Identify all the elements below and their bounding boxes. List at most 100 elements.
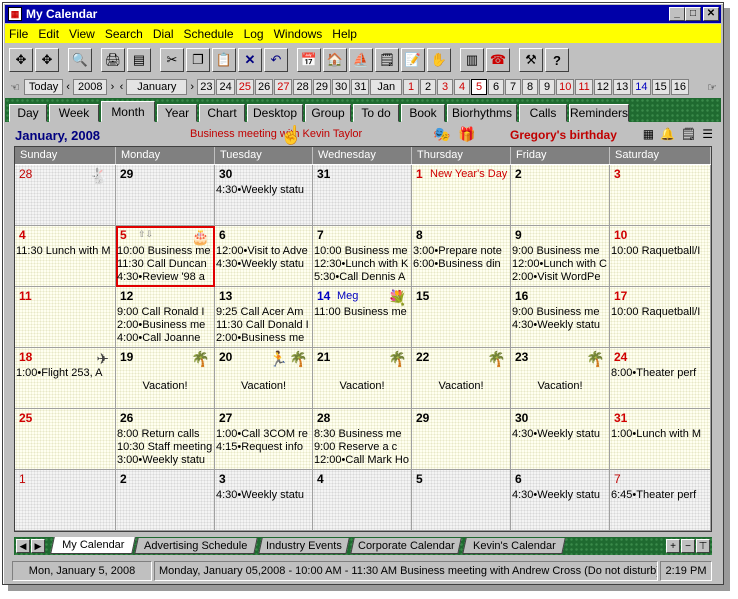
day-cell[interactable]: 2: [116, 470, 215, 531]
tab-calls[interactable]: Calls: [519, 104, 567, 122]
event-item[interactable]: 8:00•Theater perf: [611, 367, 709, 380]
masks-icon[interactable]: 🎭: [433, 126, 450, 143]
next-year-icon[interactable]: ›: [108, 79, 116, 95]
jan-day[interactable]: 8: [522, 79, 539, 95]
event-item[interactable]: 3:00•Prepare note: [413, 245, 509, 258]
left-hand-icon[interactable]: ☜: [7, 79, 23, 95]
day-number[interactable]: 7: [317, 228, 324, 242]
menu-view[interactable]: View: [69, 27, 95, 41]
day-number[interactable]: 6: [219, 228, 226, 242]
day-cell[interactable]: 6 4:30•Weekly statu: [511, 470, 610, 531]
right-hand-icon[interactable]: ☞: [704, 79, 720, 95]
event-item[interactable]: 9:00 Business me: [512, 245, 608, 258]
delete-icon[interactable]: ✕: [238, 48, 262, 72]
day-cell[interactable]: 27 1:00•Call 3COM re 4:15•Request info: [215, 409, 313, 470]
day-number[interactable]: 21: [317, 350, 330, 364]
dec-day[interactable]: 30: [331, 79, 351, 95]
jan-day[interactable]: 13: [613, 79, 632, 95]
event-item[interactable]: 4:30•Weekly statu: [216, 184, 311, 197]
event-item[interactable]: 8:30 Business me: [314, 428, 410, 441]
jan-day[interactable]: 7: [505, 79, 522, 95]
tab-book[interactable]: Book: [401, 104, 445, 122]
day-number[interactable]: 2: [515, 167, 522, 181]
year-field[interactable]: 2008: [73, 79, 108, 95]
day-number[interactable]: 25: [19, 411, 32, 425]
dec-day[interactable]: 23: [197, 79, 216, 95]
event-item[interactable]: 4:30•Weekly statu: [216, 258, 311, 271]
tab-month[interactable]: Month: [101, 101, 155, 122]
day-number[interactable]: 9: [515, 228, 522, 242]
event-item[interactable]: 4:30•Weekly statu: [512, 319, 608, 332]
day-cell[interactable]: 3: [610, 165, 711, 226]
memo-icon[interactable]: 🗒: [681, 127, 696, 141]
tab-biorhythms[interactable]: Biorhythms: [447, 104, 517, 122]
event-item[interactable]: 12:30•Lunch with K: [314, 258, 410, 271]
day-number[interactable]: 31: [317, 167, 330, 181]
event-item[interactable]: 4:30•Weekly statu: [216, 489, 311, 502]
day-cell[interactable]: 3 4:30•Weekly statu: [215, 470, 313, 531]
event-item[interactable]: 11:30 Call Donald I: [216, 319, 311, 332]
event-item[interactable]: 6:45•Theater perf: [611, 489, 709, 502]
event-item[interactable]: 8:00 Return calls: [117, 428, 213, 441]
minimize-button[interactable]: _: [669, 7, 685, 21]
undo-icon[interactable]: ↶: [264, 48, 288, 72]
event-item[interactable]: 11:30 Call Duncan: [117, 258, 213, 271]
event-item[interactable]: 5:30•Call Dennis A: [314, 271, 410, 284]
cut-icon[interactable]: ✂: [160, 48, 184, 72]
day-cell[interactable]: 7 6:45•Theater perf: [610, 470, 711, 531]
event-item[interactable]: 2:00•Business me: [216, 332, 311, 345]
day-number[interactable]: 27: [219, 411, 232, 425]
dec-day[interactable]: 25: [235, 79, 254, 95]
event-item[interactable]: 11:30 Lunch with M: [16, 245, 114, 258]
day-number[interactable]: 4: [19, 228, 26, 242]
event-item[interactable]: 2:00•Visit WordPe: [512, 271, 608, 284]
day-number[interactable]: 19: [120, 350, 133, 364]
event-item[interactable]: 4:30•Weekly statu: [512, 428, 608, 441]
day-cell[interactable]: 25: [15, 409, 116, 470]
event-item[interactable]: 12:00•Lunch with C: [512, 258, 608, 271]
tab-desktop[interactable]: Desktop: [247, 104, 303, 122]
day-cell[interactable]: 1 New Year's Day: [412, 165, 511, 226]
dec-day[interactable]: 24: [216, 79, 235, 95]
prev-tab-icon[interactable]: ◀: [16, 539, 30, 553]
calendar-tab[interactable]: Advertising Schedule: [134, 538, 258, 554]
day-number[interactable]: 23: [515, 350, 528, 364]
day-cell[interactable]: 4 11:30 Lunch with M: [15, 226, 116, 287]
phone-icon[interactable]: ☎: [486, 48, 510, 72]
event-item[interactable]: 10:00 Raquetball/I: [611, 306, 709, 319]
day-cell[interactable]: 4: [313, 470, 412, 531]
calendar-tab[interactable]: Industry Events: [258, 538, 350, 554]
vacation-label[interactable]: Vacation!: [412, 380, 510, 392]
day-number[interactable]: 5: [416, 472, 423, 486]
vacation-label[interactable]: Vacation!: [215, 380, 312, 392]
event-item[interactable]: 1:00•Call 3COM re: [216, 428, 311, 441]
dec-day[interactable]: 27: [274, 79, 293, 95]
day-number[interactable]: 30: [515, 411, 528, 425]
day-number[interactable]: 8: [416, 228, 423, 242]
event-item[interactable]: 9:00 Business me: [512, 306, 608, 319]
jan-day[interactable]: 9: [539, 79, 556, 95]
day-cell[interactable]: 22 🌴 Vacation!: [412, 348, 511, 409]
day-cell[interactable]: 9 9:00 Business me 12:00•Lunch with C 2:00•…: [511, 226, 610, 287]
menu-log[interactable]: Log: [244, 27, 264, 41]
day-number[interactable]: 24: [614, 350, 627, 364]
day-cell[interactable]: 31 1:00•Lunch with M: [610, 409, 711, 470]
day-number[interactable]: 14: [317, 289, 330, 303]
search-icon[interactable]: 🔍: [68, 48, 92, 72]
jan-day[interactable]: 3: [437, 79, 454, 95]
event-item[interactable]: 12:00•Call Mark Ho: [314, 454, 410, 467]
day-number[interactable]: 16: [515, 289, 528, 303]
day-number[interactable]: 6: [515, 472, 522, 486]
day-cell[interactable]: 12 9:00 Call Ronald I 2:00•Business me 4:00…: [116, 287, 215, 348]
pin-icon[interactable]: ⊤: [696, 539, 710, 553]
day-cell[interactable]: 21 🌴 Vacation!: [313, 348, 412, 409]
day-cell[interactable]: 30 4:30•Weekly statu: [215, 165, 313, 226]
copy-icon[interactable]: ❐: [186, 48, 210, 72]
menu-search[interactable]: Search: [105, 27, 143, 41]
month-field[interactable]: January: [126, 79, 188, 95]
event-item[interactable]: 9:00 Reserve a c: [314, 441, 410, 454]
event-item[interactable]: 9:25 Call Acer Am: [216, 306, 311, 319]
tab-chart[interactable]: Chart: [199, 104, 245, 122]
day-cell[interactable]: 6 12:00•Visit to Adve 4:30•Weekly statu: [215, 226, 313, 287]
day-cell[interactable]: 18 ✈ 1:00•Flight 253, A: [15, 348, 116, 409]
